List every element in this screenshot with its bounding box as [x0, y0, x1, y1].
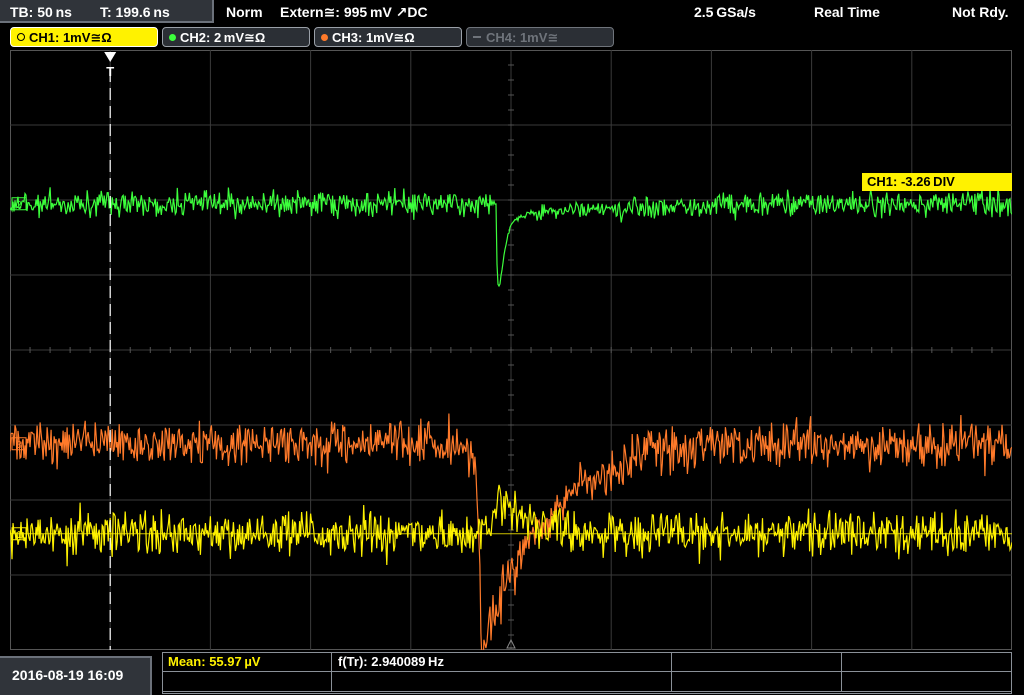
ch3-indicator-icon — [321, 34, 328, 41]
measurement-mean-value: 55.97 µV — [209, 654, 261, 669]
trigger-time-readout[interactable]: T: 199.6 ns — [100, 4, 170, 20]
cursor-readout[interactable]: CH1: -3.26 DIV — [862, 173, 1012, 191]
tab-ch3-label: CH3: 1mV≅Ω — [332, 30, 415, 45]
timebase-box[interactable]: TB: 50 ns T: 199.6 ns — [0, 0, 214, 23]
tab-ch4-label: CH4: 1mV≅ — [486, 30, 559, 45]
tab-ch4[interactable]: CH4: 1mV≅ — [466, 27, 614, 47]
tab-ch1-label: CH1: 1mV≅Ω — [29, 30, 112, 45]
run-state: Not Rdy. — [952, 4, 1009, 20]
measurement-empty-6[interactable] — [842, 672, 1012, 692]
trigger-mode[interactable]: Norm — [226, 4, 263, 20]
measurement-empty-1[interactable] — [672, 652, 842, 672]
measurement-empty-3[interactable] — [162, 672, 332, 692]
acquisition-mode[interactable]: Real Time — [814, 4, 880, 20]
trigger-position-icon — [104, 52, 117, 62]
trigger-source[interactable]: Extern≅: 995 mV ↗DC — [280, 4, 428, 21]
status-bar: TB: 50 ns T: 199.6 ns Norm Extern≅: 995 … — [0, 0, 1024, 24]
waveform-display[interactable]: 2 3 1 T CH1: -3.26 DIV — [10, 50, 1012, 650]
measurement-mean-label: Mean: — [168, 654, 206, 669]
measurement-mean[interactable]: Mean: 55.97 µV — [162, 652, 332, 672]
measurement-freq-value: 2.940089 Hz — [371, 654, 444, 669]
tab-ch3[interactable]: CH3: 1mV≅Ω — [314, 27, 462, 47]
measurement-freq-label: f(Tr): — [338, 654, 368, 669]
timebase-readout[interactable]: TB: 50 ns — [10, 4, 72, 20]
svg-text:3: 3 — [16, 440, 22, 451]
sample-rate[interactable]: 2.5 GSa/s — [694, 4, 756, 20]
trigger-label: T — [106, 64, 114, 79]
measurement-empty-2[interactable] — [842, 652, 1012, 672]
ch1-indicator-icon — [17, 33, 25, 41]
measurement-empty-4[interactable] — [332, 672, 672, 692]
tab-ch1[interactable]: CH1: 1mV≅Ω — [10, 27, 158, 47]
timestamp: 2016-08-19 16:09 — [0, 656, 152, 695]
measurement-table[interactable]: Mean: 55.97 µV f(Tr): 2.940089 Hz — [162, 652, 1012, 694]
tab-ch2-label: CH2: 2 mV≅Ω — [180, 30, 266, 45]
tab-ch2[interactable]: CH2: 2 mV≅Ω — [162, 27, 310, 47]
ch2-indicator-icon — [169, 34, 176, 41]
waveform-svg: 2 3 1 T — [10, 50, 1012, 650]
measurement-empty-5[interactable] — [672, 672, 842, 692]
svg-text:1: 1 — [16, 530, 22, 541]
ch4-indicator-icon — [473, 36, 481, 38]
measurement-freq[interactable]: f(Tr): 2.940089 Hz — [332, 652, 672, 672]
svg-text:2: 2 — [16, 200, 22, 211]
